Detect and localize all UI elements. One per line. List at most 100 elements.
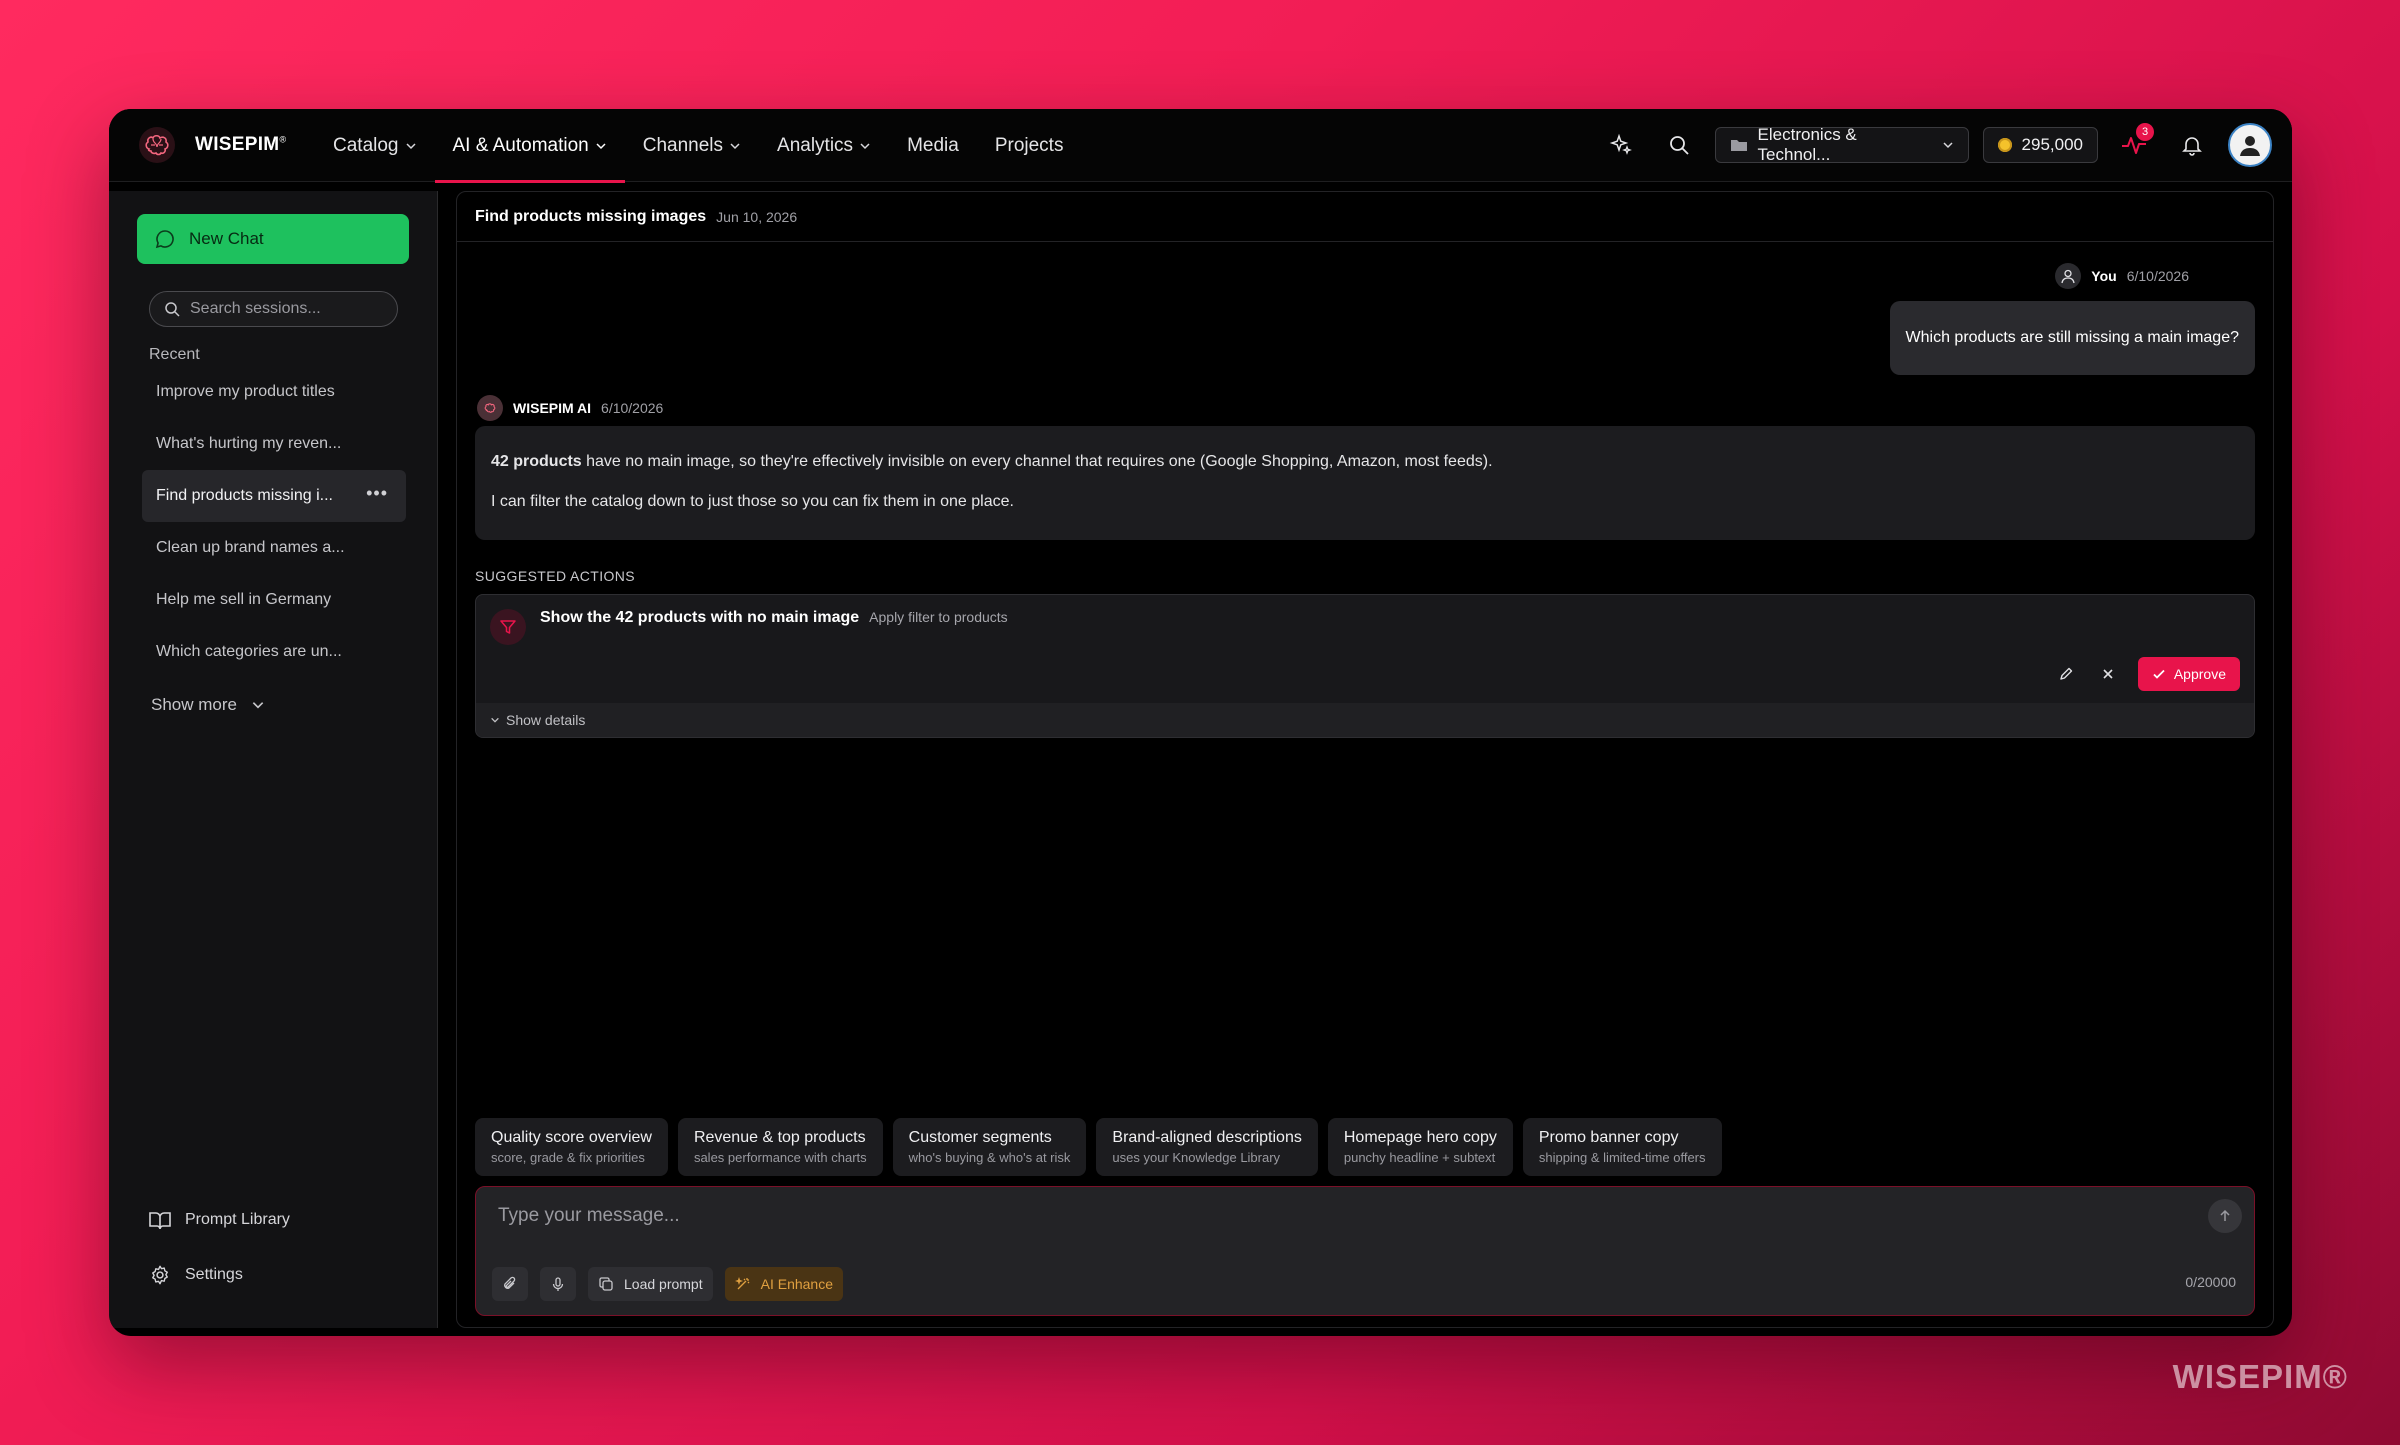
message-composer: Type your message... Load prompt AI Enha…: [475, 1186, 2255, 1316]
suggestion-chip[interactable]: Quality score overview score, grade & fix…: [475, 1118, 668, 1176]
voice-button[interactable]: [540, 1267, 576, 1301]
nav-media[interactable]: Media: [889, 109, 977, 182]
recent-heading: Recent: [149, 346, 200, 363]
nav-label: Catalog: [333, 134, 399, 156]
action-controls: Approve: [2054, 657, 2240, 691]
session-label: Find products missing i...: [156, 487, 333, 504]
workspace-select[interactable]: Electronics & Technol...: [1714, 125, 1969, 164]
show-details-toggle[interactable]: Show details: [476, 703, 2254, 737]
session-label: What's hurting my reven...: [156, 435, 342, 452]
chip-title: Revenue & top products: [693, 1129, 866, 1146]
chat-date: Jun 10, 2026: [716, 208, 798, 225]
show-details-label: Show details: [506, 712, 586, 728]
session-item[interactable]: What's hurting my reven...: [142, 418, 406, 470]
check-icon: [2153, 669, 2165, 679]
chat-title: Find products missing images: [475, 207, 707, 225]
sidebar: New Chat Search sessions... Recent Impro…: [109, 191, 438, 1328]
top-nav: WISEPIM® Catalog AI & Automation Channel…: [109, 109, 2292, 183]
attach-button[interactable]: [492, 1267, 528, 1301]
user-icon: [2240, 136, 2260, 156]
new-chat-label: New Chat: [189, 229, 264, 248]
ai-message: 42 products have no main image, so they'…: [475, 426, 2255, 540]
user-message: Which products are still missing a main …: [1889, 301, 2255, 375]
session-label: Clean up brand names a...: [156, 539, 345, 556]
new-chat-button[interactable]: New Chat: [137, 214, 409, 264]
logo[interactable]: WISEPIM®: [137, 125, 286, 165]
magic-wand-icon: [734, 1276, 750, 1290]
nav-ai-automation[interactable]: AI & Automation: [434, 109, 626, 183]
chevron-down-icon: [405, 142, 416, 149]
session-label: Help me sell in Germany: [156, 591, 332, 608]
chip-subtitle: who's buying & who's at risk: [908, 1150, 1071, 1165]
chip-subtitle: punchy headline + subtext: [1343, 1150, 1496, 1165]
edit-icon[interactable]: [2054, 662, 2078, 686]
user-avatar[interactable]: [2228, 123, 2272, 167]
nav-projects[interactable]: Projects: [977, 109, 1082, 182]
close-icon[interactable]: [2096, 662, 2120, 686]
search-icon: [165, 302, 180, 317]
prompt-suggestions: Quality score overview score, grade & fix…: [475, 1118, 1722, 1176]
chip-subtitle: uses your Knowledge Library: [1112, 1150, 1281, 1165]
load-prompt-button[interactable]: Load prompt: [588, 1267, 713, 1301]
approve-label: Approve: [2173, 666, 2226, 682]
chat-bubble-icon: [155, 230, 174, 249]
ai-enhance-label: AI Enhance: [760, 1276, 833, 1292]
session-item[interactable]: Help me sell in Germany: [142, 574, 406, 626]
bell-icon: [2182, 137, 2202, 156]
suggestion-chip[interactable]: Revenue & top products sales performance …: [677, 1118, 883, 1176]
load-prompt-label: Load prompt: [624, 1276, 703, 1292]
chevron-down-icon: [860, 142, 870, 149]
ai-timestamp: 6/10/2026: [601, 400, 664, 416]
chip-subtitle: shipping & limited-time offers: [1538, 1150, 1706, 1165]
session-item[interactable]: Improve my product titles: [142, 366, 406, 418]
chip-subtitle: score, grade & fix priorities: [491, 1150, 645, 1165]
session-item[interactable]: Which categories are un...: [142, 626, 406, 678]
microphone-icon: [552, 1277, 564, 1291]
chip-title: Promo banner copy: [1538, 1129, 1679, 1146]
send-button[interactable]: [2208, 1199, 2242, 1233]
session-item[interactable]: Clean up brand names a...: [142, 522, 406, 574]
app-window: WISEPIM® Catalog AI & Automation Channel…: [109, 109, 2292, 1336]
book-icon: [149, 1212, 171, 1230]
user-message-meta: You 6/10/2026: [2055, 263, 2189, 289]
notifications-button[interactable]: [2170, 123, 2214, 167]
message-input[interactable]: Type your message...: [498, 1205, 680, 1227]
nav-channels[interactable]: Channels: [625, 109, 759, 182]
suggestion-chip[interactable]: Customer segments who's buying & who's at…: [892, 1118, 1087, 1176]
chevron-down-icon: [491, 717, 499, 723]
nav-label: Channels: [642, 134, 724, 156]
nav-catalog[interactable]: Catalog: [315, 109, 435, 182]
prompt-library-link[interactable]: Prompt Library: [149, 1210, 389, 1230]
chevron-down-icon: [596, 142, 606, 149]
ai-enhance-button[interactable]: AI Enhance: [724, 1267, 843, 1301]
suggested-actions-heading: SUGGESTED ACTIONS: [475, 568, 636, 584]
action-title: Show the 42 products with no main image …: [540, 609, 1008, 627]
chevron-down-icon: [252, 702, 264, 709]
suggestion-chip[interactable]: Brand-aligned descriptions uses your Know…: [1096, 1118, 1318, 1176]
nav-label: Projects: [994, 134, 1064, 156]
search-sessions-input[interactable]: Search sessions...: [149, 291, 398, 327]
show-more-button[interactable]: Show more: [151, 695, 265, 715]
credits-balance[interactable]: 295,000: [1982, 127, 2098, 163]
ai-text: have no main image, so they're effective…: [581, 453, 1493, 470]
show-more-label: Show more: [151, 695, 237, 714]
approve-button[interactable]: Approve: [2137, 657, 2240, 691]
nav-analytics[interactable]: Analytics: [759, 109, 889, 182]
brain-logo-icon: [139, 127, 175, 163]
suggestion-chip[interactable]: Homepage hero copy punchy headline + subt…: [1327, 1118, 1513, 1176]
chip-title: Customer segments: [908, 1129, 1052, 1146]
ai-sparkle-button[interactable]: [1599, 123, 1643, 167]
ai-message-meta: WISEPIM AI 6/10/2026: [477, 395, 663, 421]
more-options-icon[interactable]: •••: [366, 484, 388, 502]
user-name: You: [2091, 268, 2117, 284]
activity-button[interactable]: 3: [2112, 123, 2156, 167]
paperclip-icon: [504, 1276, 516, 1289]
chip-title: Brand-aligned descriptions: [1112, 1129, 1302, 1146]
search-button[interactable]: [1657, 123, 1701, 167]
session-label: Improve my product titles: [156, 383, 335, 400]
settings-link[interactable]: Settings: [149, 1264, 389, 1286]
filter-icon: [490, 609, 526, 645]
suggestion-chip[interactable]: Promo banner copy shipping & limited-time…: [1522, 1118, 1722, 1176]
session-item-active[interactable]: Find products missing i... •••: [142, 470, 406, 522]
suggested-action-card: Show the 42 products with no main image …: [475, 594, 2255, 738]
